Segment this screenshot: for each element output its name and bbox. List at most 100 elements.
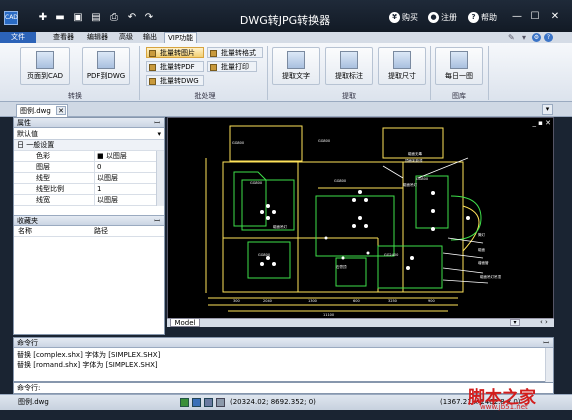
menu-viewer[interactable]: 查看器 xyxy=(50,32,77,43)
svg-text:磁面无毒: 磁面无毒 xyxy=(408,151,422,156)
redo-icon[interactable]: ↷ xyxy=(143,12,155,24)
batch-format-label: 批量转格式 xyxy=(221,49,256,57)
print-icon[interactable]: ⎙ xyxy=(108,12,120,24)
grid-icon[interactable] xyxy=(192,398,201,407)
info-icon[interactable]: ? xyxy=(544,33,553,42)
minimize-button[interactable]: — xyxy=(510,10,524,24)
open-folder-icon[interactable]: ▬ xyxy=(54,12,66,24)
batch-to-image-label: 批量转图片 xyxy=(160,49,195,57)
save-icon[interactable]: ▣ xyxy=(72,12,84,24)
property-row[interactable]: 线型比例 1 xyxy=(14,184,164,195)
printer-icon xyxy=(210,64,217,71)
menu-advanced[interactable]: 高级 xyxy=(116,32,136,43)
buy-button[interactable]: ¥ 购买 xyxy=(389,12,418,23)
command-panel: 命令行 ꟷ 替换 [complex.shx] 字体为 [SIMPLEX.SHX] … xyxy=(13,337,554,382)
column-name[interactable]: 名称 xyxy=(18,226,32,237)
convert-group-label: 转换 xyxy=(68,92,82,100)
menu-vip[interactable]: VIP功能 xyxy=(164,32,198,43)
tab-scroll-arrows[interactable]: ‹ › xyxy=(540,318,548,326)
snap-icon[interactable] xyxy=(180,398,189,407)
command-scrollbar[interactable] xyxy=(545,348,553,382)
property-key: 色彩 xyxy=(36,152,50,160)
maximize-button[interactable]: ☐ xyxy=(528,10,542,24)
property-value: 以图层 xyxy=(97,196,118,204)
svg-text:磁面吊灯: 磁面吊灯 xyxy=(273,224,287,229)
help-label: 帮助 xyxy=(481,13,497,22)
properties-scrollbar[interactable] xyxy=(156,151,164,206)
batch-print-button[interactable]: 批量打印 xyxy=(207,61,257,72)
command-input-label: 命令行: xyxy=(17,384,41,392)
command-output: 替换 [complex.shx] 字体为 [SIMPLEX.SHX] 替换 [r… xyxy=(14,348,553,372)
batch-to-image-button[interactable]: 批量转图片 xyxy=(146,47,204,58)
favorites-title: 收藏夹 xyxy=(17,217,38,225)
drawing-canvas[interactable]: GG800 GG800 GG800 GG800 GG800 磁面吊灯 GG800 石膏顶… xyxy=(167,117,554,326)
properties-section[interactable]: 日 一般设置 xyxy=(14,140,164,151)
extract-text-button[interactable]: 提取文字 xyxy=(272,47,320,85)
property-row[interactable]: 线宽 以图层 xyxy=(14,195,164,206)
new-icon[interactable]: ✚ xyxy=(37,12,49,24)
ribbon-separator xyxy=(139,46,140,100)
page-to-cad-label: 页面到CAD xyxy=(26,72,64,80)
buy-label: 购买 xyxy=(402,13,418,22)
undo-icon[interactable]: ↶ xyxy=(126,12,138,24)
properties-title: 属性 xyxy=(17,119,31,127)
batch-to-pdf-label: 批量转PDF xyxy=(160,63,195,71)
status-coordinates: (20324.02; 8692.352; 0) xyxy=(230,398,316,406)
ribbon-separator xyxy=(267,46,268,100)
svg-text:磁面: 磁面 xyxy=(478,247,486,252)
page-to-cad-button[interactable]: 页面到CAD xyxy=(20,47,70,85)
properties-selector[interactable]: 默认值 ▾ xyxy=(14,128,164,140)
layout-tab-bar xyxy=(167,318,554,327)
column-path[interactable]: 路径 xyxy=(94,226,108,237)
daily-image-button[interactable]: 每日一图 xyxy=(435,47,483,85)
dropdown-icon[interactable]: ▾ xyxy=(522,33,531,42)
extract-text-icon xyxy=(287,51,305,69)
svg-text:筒灯: 筒灯 xyxy=(478,232,486,237)
property-value: 以图层 xyxy=(97,174,118,182)
menu-editor[interactable]: 编辑器 xyxy=(84,32,111,43)
batch-to-pdf-button[interactable]: 批量转PDF xyxy=(146,61,204,72)
close-tab-icon[interactable]: ✕ xyxy=(56,106,66,115)
format-icon xyxy=(210,50,217,57)
batch-format-button[interactable]: 批量转格式 xyxy=(207,47,263,58)
pdf-to-dwg-label: PDF到DWG xyxy=(86,72,126,80)
pin-icon[interactable]: ꟷ xyxy=(154,216,160,226)
canvas-window-controls[interactable]: _ ▪ ✕ xyxy=(532,119,551,127)
extract-text-label: 提取文字 xyxy=(282,72,310,80)
status-file: 图例.dwg xyxy=(18,398,49,406)
app-icon[interactable]: CAD xyxy=(4,11,18,25)
register-button[interactable]: ● 注册 xyxy=(428,12,457,23)
brush-icon[interactable]: ✎ xyxy=(508,33,517,42)
batch-to-dwg-button[interactable]: 批量转DWG xyxy=(146,75,204,86)
extract-annotation-button[interactable]: 提取标注 xyxy=(325,47,373,85)
save-as-icon[interactable]: ▤ xyxy=(90,12,102,24)
extract-dimension-button[interactable]: 提取尺寸 xyxy=(378,47,426,85)
property-row[interactable]: 图层 0 xyxy=(14,162,164,173)
svg-text:3250: 3250 xyxy=(388,299,397,303)
settings-icon[interactable]: ⚙ xyxy=(532,33,541,42)
svg-text:300: 300 xyxy=(233,299,240,303)
property-row[interactable]: 色彩 ■ 以图层 xyxy=(14,151,164,162)
help-icon: ? xyxy=(468,12,479,23)
model-tab[interactable]: Model xyxy=(170,318,200,327)
command-input[interactable] xyxy=(44,384,515,392)
dwg-icon xyxy=(149,78,156,85)
gallery-icon xyxy=(450,51,468,69)
pdf-to-dwg-button[interactable]: PDF到DWG xyxy=(82,47,130,85)
pin-icon[interactable]: ꟷ xyxy=(154,118,160,128)
close-button[interactable]: ✕ xyxy=(548,10,562,24)
polar-icon[interactable] xyxy=(216,398,225,407)
chevron-down-icon[interactable]: ▾ xyxy=(510,319,520,326)
property-row[interactable]: 线型 以图层 xyxy=(14,173,164,184)
help-button[interactable]: ? 帮助 xyxy=(468,12,497,23)
menu-file[interactable]: 文件 xyxy=(0,32,36,43)
menu-output[interactable]: 输出 xyxy=(140,32,160,43)
svg-text:GG800: GG800 xyxy=(416,177,428,181)
chevron-down-icon: ▾ xyxy=(157,130,161,138)
chevron-down-icon[interactable]: ▾ xyxy=(542,104,553,115)
extract-annotation-label: 提取标注 xyxy=(335,72,363,80)
ortho-icon[interactable] xyxy=(204,398,213,407)
svg-text:GG800: GG800 xyxy=(318,139,330,143)
batch-group-label: 批处理 xyxy=(194,92,216,100)
pin-icon[interactable]: ꟷ xyxy=(543,338,549,348)
